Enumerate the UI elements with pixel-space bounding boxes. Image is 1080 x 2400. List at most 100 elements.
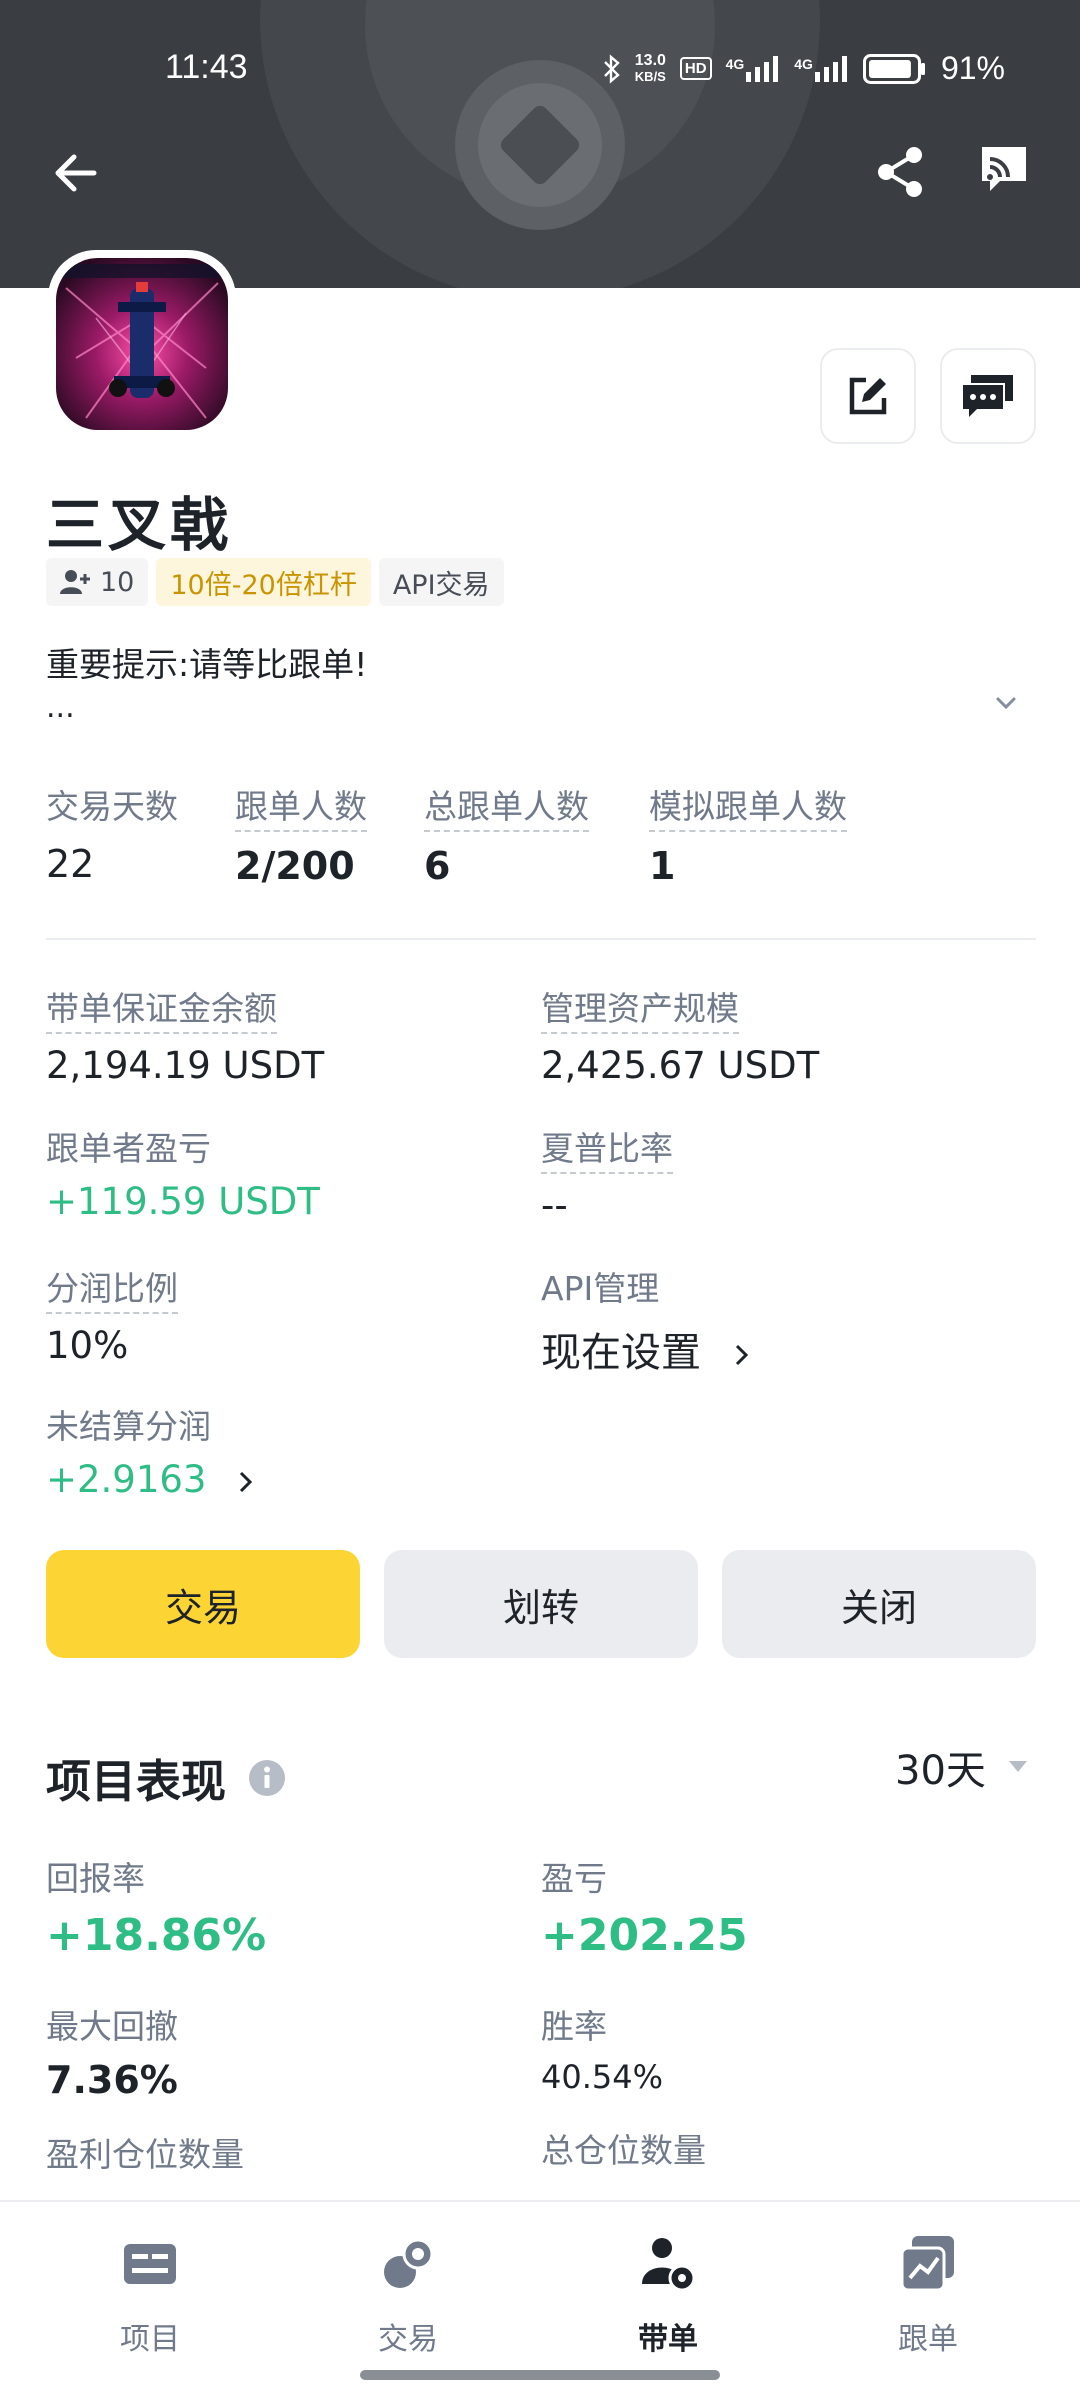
stat-value: 22 [46,842,95,886]
close-button[interactable]: 关闭 [722,1550,1036,1658]
notice-ellipsis: ... [46,690,75,725]
battery-percent: 91% [940,50,1005,86]
follower-pnl-label: 跟单者盈亏 [46,1129,211,1168]
profit-pos-label: 盈利仓位数量 [46,2135,244,2174]
follower-pnl: 跟单者盈亏 +119.59 USDT [46,1122,320,1223]
api-setup-link[interactable]: 现在设置 [541,1320,750,1378]
back-button[interactable] [48,145,104,201]
edit-profile-button[interactable] [820,348,916,444]
margin-balance-label: 带单保证金余额 [46,982,277,1034]
nav-item-copy-trade[interactable]: 跟单 [828,2232,1028,2358]
margin-balance[interactable]: 带单保证金余额 2,194.19 USDT [46,982,324,1087]
stat-trading-days: 交易天数 22 [46,780,178,886]
period-selector[interactable]: 30天 [895,1738,1028,1796]
edit-icon [849,377,887,415]
cast-button[interactable] [978,145,1030,197]
unsettled-value: +2.9163 [46,1458,207,1501]
avatar[interactable] [56,258,228,430]
trader-name: 三叉戟 [46,491,233,559]
stat-copiers[interactable]: 跟单人数 2/200 [235,780,367,888]
roi-value: +18.86% [46,1910,267,1961]
lead-icon [642,2238,696,2292]
api-management: API管理 现在设置 [541,1262,750,1378]
sharpe-label: 夏普比率 [541,1122,673,1174]
net-speed-unit: KB/S [634,68,666,84]
chevron-right-icon [735,1344,748,1366]
unsettled-label: 未结算分润 [46,1407,211,1446]
cast-icon [982,147,1026,191]
project-icon [124,2244,176,2284]
caret-down-icon [1008,1761,1027,1772]
mdd-value: 7.36% [46,2058,178,2102]
mdd-label: 最大回撤 [46,2007,178,2046]
aum-value: 2,425.67 USDT [541,1044,820,1087]
nav-item-lead[interactable]: 带单 [568,2232,768,2358]
performance-title-row: 项目表现 [46,1745,286,1810]
leverage-tag: 10倍-20倍杠杆 [156,558,371,606]
transfer-button[interactable]: 划转 [384,1550,698,1658]
trader-tags: 10 10倍-20倍杠杆 API交易 [46,558,504,606]
section-divider [46,938,1036,940]
nav-item-trade[interactable]: 交易 [308,2232,508,2358]
roi: 回报率 +18.86% [46,1852,266,1961]
stat-value: 2/200 [235,844,355,888]
followers-tag: 10 [46,558,149,606]
max-drawdown: 最大回撤 7.36% [46,2000,178,2102]
api-setup-text: 现在设置 [541,1330,701,1376]
profit-share-label: 分润比例 [46,1262,178,1314]
stat-mock-copiers[interactable]: 模拟跟单人数 1 [649,780,847,888]
performance-title: 项目表现 [46,1755,227,1808]
status-icons: 13.0 KB/S HD 4G 4G 91% [603,50,1005,87]
chevron-down-icon[interactable] [993,690,1019,716]
stat-label: 交易天数 [46,787,178,826]
pnl-label: 盈亏 [541,1859,607,1898]
pnl-value: +202.25 [541,1910,748,1961]
winrate-label: 胜率 [541,2007,607,2046]
unsettled-value-row[interactable]: +2.9163 [46,1458,254,1501]
home-indicator[interactable] [360,2370,720,2380]
period-value: 30天 [895,1748,986,1794]
hd-badge: HD [679,57,712,80]
nav-label: 跟单 [898,2322,958,2357]
total-pos-label: 总仓位数量 [541,2131,706,2170]
signal-1-label: 4G [725,55,745,72]
margin-balance-value: 2,194.19 USDT [46,1044,325,1087]
winrate-value: 40.54% [541,2058,664,2096]
share-button[interactable] [876,145,924,199]
share-icon [878,147,922,197]
arrow-left-icon [55,154,97,192]
profit-share-value: 10% [46,1324,129,1367]
stat-total-copiers[interactable]: 总跟单人数 6 [424,780,589,888]
status-time: 11:43 [165,48,248,86]
followers-icon [60,570,90,594]
net-speed-value: 13.0 [634,51,666,69]
trade-icon [384,2238,434,2288]
nav-label: 带单 [638,2322,698,2357]
signal-4g-icon: 4G [794,55,849,82]
unsettled-profit-share[interactable]: 未结算分润 +2.9163 [46,1400,254,1501]
net-speed: 13.0 KB/S [634,51,666,85]
nav-label: 交易 [378,2322,438,2357]
stat-label: 跟单人数 [235,780,367,832]
chat-icon [963,375,1013,417]
aum-label: 管理资产规模 [541,982,739,1034]
api-label: API管理 [541,1269,660,1308]
chat-button[interactable] [940,348,1036,444]
nav-label: 项目 [120,2322,180,2357]
info-icon[interactable] [248,1759,286,1797]
win-rate: 胜率 40.54% [541,2000,663,2096]
profit-share[interactable]: 分润比例 10% [46,1262,178,1367]
sharpe-value: -- [541,1184,568,1227]
avatar-frame [48,250,236,438]
chevron-right-icon [240,1471,253,1492]
followers-count: 10 [100,566,135,598]
aum[interactable]: 管理资产规模 2,425.67 USDT [541,982,819,1087]
bluetooth-icon [603,53,620,84]
stat-value: 1 [649,844,676,888]
roi-label: 回报率 [46,1859,145,1898]
nav-item-project[interactable]: 项目 [50,2232,250,2358]
trade-button[interactable]: 交易 [46,1550,360,1658]
api-trading-tag: API交易 [378,558,504,606]
sharpe-ratio[interactable]: 夏普比率 -- [541,1122,673,1227]
trader-notice: 重要提示:请等比跟单! [46,645,368,684]
